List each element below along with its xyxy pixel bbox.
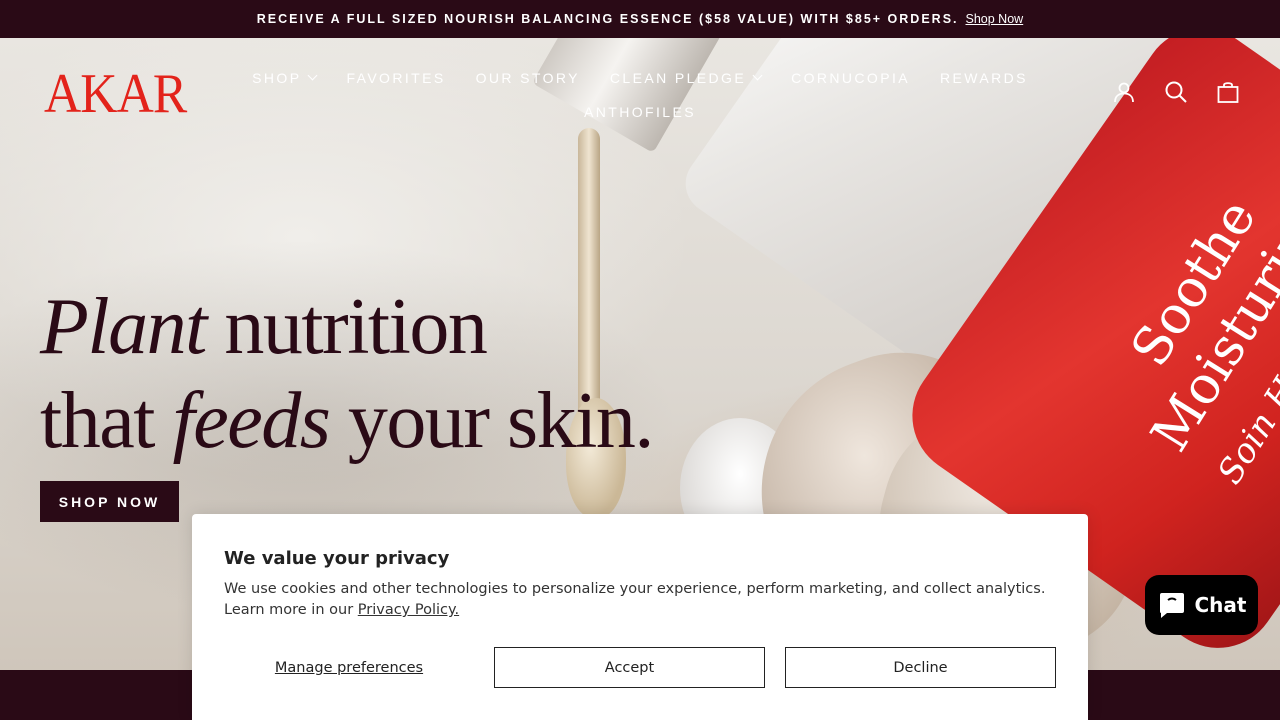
accept-button[interactable]: Accept (494, 647, 765, 688)
announcement-shop-now-link[interactable]: Shop Now (966, 12, 1024, 26)
shop-now-button[interactable]: SHOP NOW (40, 481, 179, 522)
cart-icon[interactable] (1216, 80, 1240, 104)
nav-item-label: CORNUCOPIA (791, 70, 910, 86)
chat-label: Chat (1194, 593, 1247, 617)
nav-item-label: SHOP (252, 70, 302, 86)
decline-button[interactable]: Decline (785, 647, 1056, 688)
nav-item-label: FAVORITES (346, 70, 446, 86)
manage-preferences-link[interactable]: Manage preferences (224, 647, 474, 688)
privacy-body-text: We use cookies and other technologies to… (224, 581, 1046, 618)
nav-row: ANTHOFILES (240, 100, 1040, 124)
nav-item-label: CLEAN PLEDGE (609, 70, 747, 86)
account-icon[interactable] (1112, 80, 1136, 104)
headline-text: nutrition (205, 283, 488, 371)
chat-button[interactable]: Chat (1145, 575, 1258, 635)
hero-headline: Plant nutrition that feeds your skin. (40, 280, 654, 468)
nav-item-label: ANTHOFILES (584, 104, 696, 120)
nav-item-label: OUR STORY (475, 70, 580, 86)
chat-bubble-icon (1159, 593, 1184, 618)
nav-item-favorites[interactable]: FAVORITES (346, 70, 445, 86)
nav-item-rewards[interactable]: REWARDS (940, 70, 1028, 86)
site-logo[interactable]: AKAR (44, 64, 187, 124)
privacy-banner: We value your privacy We use cookies and… (192, 514, 1088, 720)
privacy-policy-link[interactable]: Privacy Policy. (358, 602, 459, 618)
announcement-text: RECEIVE A FULL SIZED NOURISH BALANCING E… (256, 12, 959, 26)
nav-item-label: REWARDS (940, 70, 1028, 86)
headline-text: your skin. (329, 377, 654, 465)
headline-italic-word: feeds (172, 377, 330, 465)
headline-text: that (40, 377, 173, 465)
headline-italic-word: Plant (40, 283, 207, 371)
chevron-down-icon (307, 70, 318, 81)
headline-line-2: that feeds your skin. (40, 374, 654, 468)
chevron-down-icon (752, 70, 763, 81)
nav-item-clean-pledge[interactable]: CLEAN PLEDGE (609, 70, 763, 86)
privacy-title: We value your privacy (224, 548, 450, 569)
nav-item-anthofiles[interactable]: ANTHOFILES (584, 104, 696, 120)
headline-line-1: Plant nutrition (40, 280, 653, 374)
privacy-actions: Manage preferences Accept Decline (224, 647, 1056, 688)
nav-item-our-story[interactable]: OUR STORY (476, 70, 580, 86)
privacy-body: We use cookies and other technologies to… (224, 579, 1056, 621)
header-icons (1112, 80, 1240, 104)
announcement-bar: RECEIVE A FULL SIZED NOURISH BALANCING E… (0, 0, 1280, 38)
main-nav: SHOP FAVORITES OUR STORY CLEAN PLEDGE CO… (240, 66, 1040, 124)
search-icon[interactable] (1164, 80, 1188, 104)
nav-item-cornucopia[interactable]: CORNUCOPIA (791, 70, 910, 86)
nav-row: SHOP FAVORITES OUR STORY CLEAN PLEDGE CO… (240, 66, 1040, 90)
nav-item-shop[interactable]: SHOP (252, 70, 318, 86)
